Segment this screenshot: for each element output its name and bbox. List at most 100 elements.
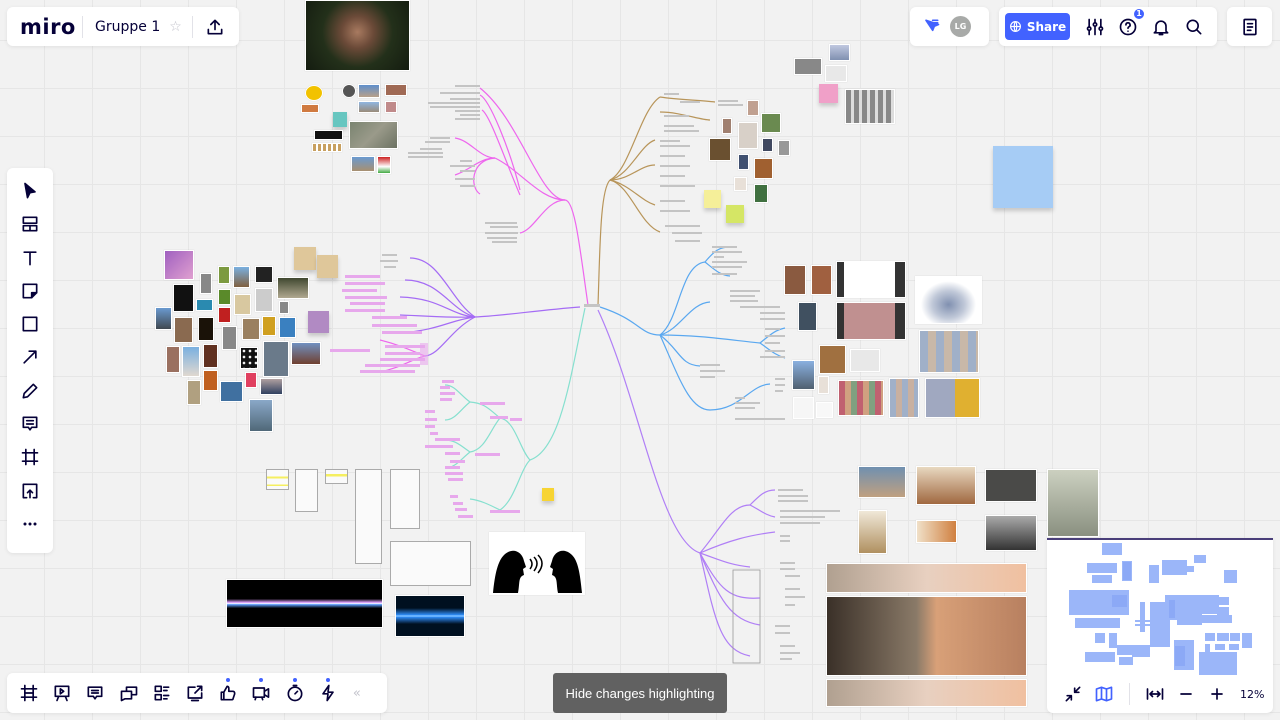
thumbs-up-icon[interactable] (214, 678, 242, 707)
sticky-note-blue[interactable] (993, 146, 1053, 208)
share-button[interactable]: Share (1005, 13, 1070, 40)
image-cluster-21[interactable] (203, 344, 218, 368)
comments-icon[interactable] (81, 679, 109, 707)
collapse-toolbar-button[interactable]: « (353, 686, 361, 701)
document-card-1[interactable] (266, 469, 289, 490)
image-cluster-25[interactable] (203, 370, 218, 391)
image-waterfall[interactable] (277, 277, 309, 299)
image-cluster-27[interactable] (245, 372, 257, 388)
image-patchwork-2[interactable] (889, 378, 919, 418)
image-selfie-purple[interactable] (164, 250, 194, 280)
upload-icon[interactable] (16, 477, 44, 505)
map-icon[interactable] (1090, 680, 1118, 708)
image-tr-3[interactable] (722, 118, 732, 134)
image-rust[interactable] (385, 84, 407, 96)
image-tr-5[interactable] (778, 140, 790, 156)
chat-icon[interactable] (115, 679, 143, 707)
timer-icon[interactable] (281, 678, 309, 707)
sticky-note-pink[interactable] (819, 84, 838, 103)
search-icon[interactable] (1180, 13, 1208, 41)
document-card-5[interactable] (390, 469, 420, 529)
image-gallery[interactable] (850, 349, 880, 372)
fit-to-screen-icon[interactable] (1141, 680, 1169, 708)
image-texture[interactable] (819, 345, 846, 374)
image-question-mark-2[interactable] (825, 65, 847, 82)
document-card-2[interactable] (295, 469, 318, 512)
image-cluster-3[interactable] (233, 266, 250, 288)
image-cluster-16[interactable] (262, 316, 276, 336)
image-cluster-17[interactable] (279, 317, 296, 338)
bell-icon[interactable] (1147, 13, 1175, 41)
image-bw-machine[interactable] (794, 58, 822, 75)
image-speaking-silhouettes[interactable] (489, 532, 585, 595)
sticky-note-tan-1[interactable] (294, 247, 316, 270)
pen-icon[interactable] (16, 377, 44, 405)
sticky-note-violet[interactable] (308, 311, 329, 333)
image-cluster-14[interactable] (218, 307, 231, 323)
image-quilt[interactable] (838, 380, 884, 416)
image-eyes-top-strip[interactable] (826, 563, 1027, 593)
image-rm-3[interactable] (798, 302, 817, 331)
image-sound-waves-colorful[interactable] (226, 579, 383, 628)
image-cluster-6[interactable] (196, 299, 213, 311)
image-cluster-5[interactable] (173, 284, 194, 312)
document-card-4[interactable] (355, 469, 382, 564)
image-question-mark-1[interactable] (829, 44, 850, 61)
image-evolution[interactable] (312, 143, 342, 152)
sticky-note-yellow[interactable] (704, 190, 721, 208)
image-ruins-palmyra[interactable] (916, 466, 976, 505)
sticky-note-icon[interactable] (16, 277, 44, 305)
image-cluster-18[interactable] (222, 326, 237, 350)
image-tr-7[interactable] (734, 177, 747, 191)
image-photoshop-1[interactable] (836, 261, 906, 298)
image-highway-aerial[interactable] (349, 121, 398, 149)
image-clock[interactable] (305, 85, 323, 101)
image-collage-grid[interactable] (845, 89, 895, 124)
export-icon[interactable] (201, 13, 229, 41)
image-cluster-22[interactable] (240, 347, 258, 369)
board-title[interactable]: Gruppe 1 (95, 19, 160, 35)
image-cluster-1[interactable] (200, 273, 212, 294)
image-cluster-19[interactable] (166, 346, 180, 373)
image-vermeer[interactable] (709, 138, 731, 161)
image-volleyball[interactable] (916, 520, 957, 543)
image-patchwork-yellow[interactable] (925, 378, 980, 418)
sticky-note-teal[interactable] (333, 112, 347, 127)
minimap-view[interactable] (1047, 540, 1273, 675)
image-bottles[interactable] (818, 376, 829, 394)
frames-icon[interactable] (15, 679, 43, 707)
cards-icon[interactable] (148, 679, 176, 707)
image-eyes-bottom-strip[interactable] (826, 679, 1027, 707)
image-cluster-24[interactable] (187, 380, 201, 405)
document-table[interactable] (390, 541, 471, 586)
frame-icon[interactable] (16, 443, 44, 471)
screen-share-icon[interactable] (181, 679, 209, 707)
avatar[interactable]: LG (950, 16, 971, 37)
image-portrait-face-top[interactable] (305, 0, 410, 71)
video-icon[interactable] (247, 678, 275, 707)
cursor-icon[interactable] (16, 177, 44, 205)
image-mosaic-art[interactable] (263, 341, 289, 377)
rectangle-icon[interactable] (16, 310, 44, 338)
help-icon[interactable]: 1 (1114, 7, 1145, 41)
image-cluster-2[interactable] (218, 266, 230, 284)
image-cluster-10[interactable] (279, 301, 289, 314)
notes-panel-button[interactable] (1227, 7, 1272, 46)
image-patchwork-face[interactable] (919, 330, 979, 373)
settings-sliders-icon[interactable] (1081, 13, 1109, 41)
image-emblem[interactable] (342, 84, 356, 98)
image-street[interactable] (358, 101, 380, 113)
image-cluster-23[interactable] (291, 342, 321, 365)
image-tr-6[interactable] (738, 154, 749, 170)
image-cluster-12[interactable] (174, 317, 193, 343)
image-rm-2[interactable] (811, 265, 832, 295)
follow-cursor-icon[interactable] (920, 13, 942, 41)
image-sketch[interactable] (816, 402, 833, 418)
image-blossom[interactable] (385, 101, 397, 113)
image-cluster-4[interactable] (255, 266, 273, 283)
image-book-cover[interactable] (858, 510, 887, 554)
minimap[interactable]: 12% (1047, 538, 1273, 713)
image-food[interactable] (754, 158, 773, 179)
zoom-out-icon[interactable] (1172, 680, 1200, 708)
zoom-level[interactable]: 12% (1240, 688, 1264, 701)
